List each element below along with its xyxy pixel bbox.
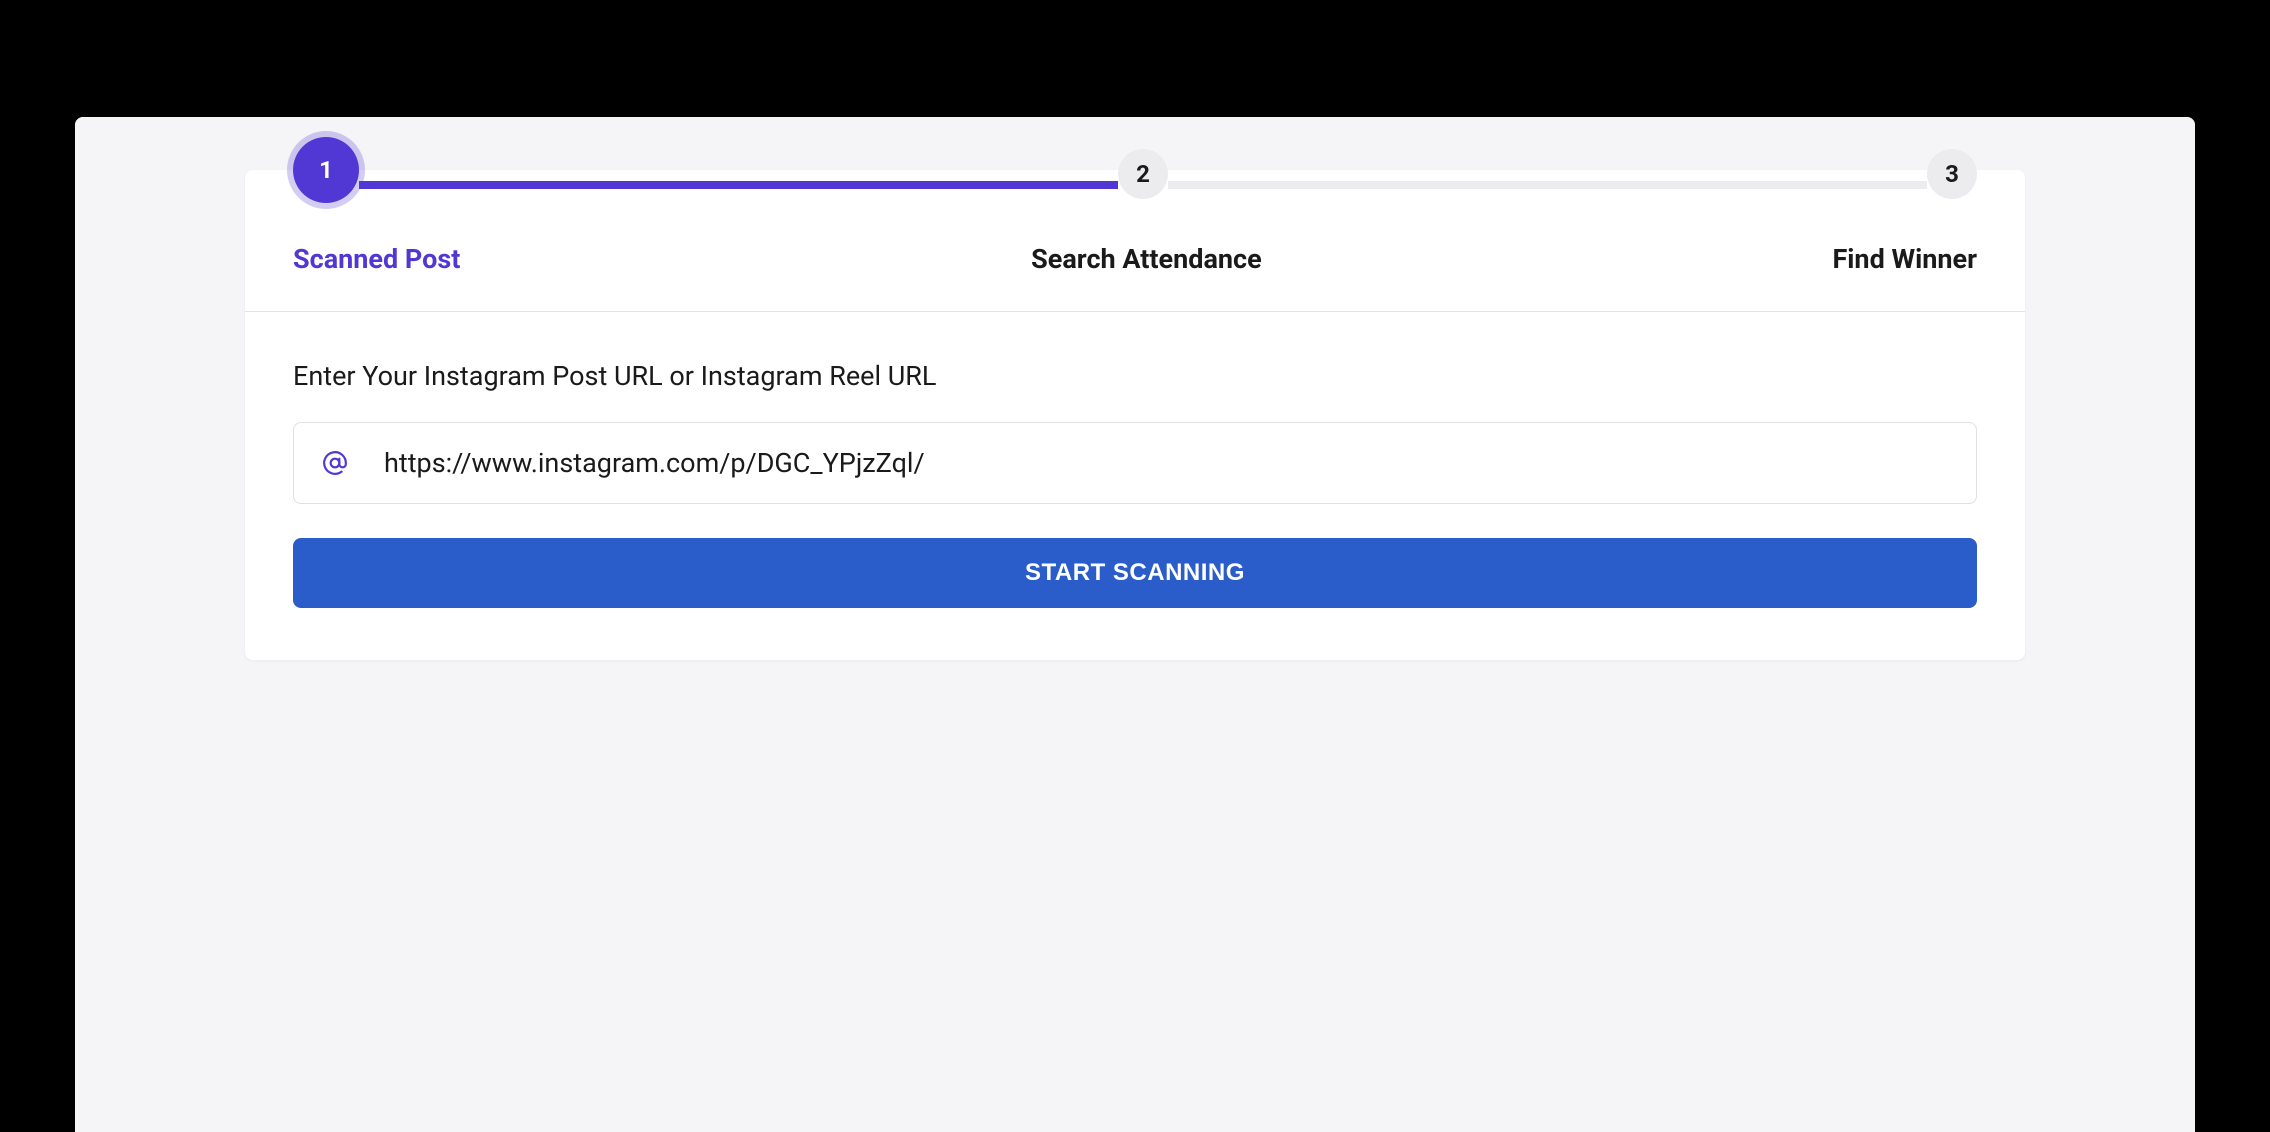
connector-1-2 [359,181,1118,189]
step-2-label: Search Attendance [460,243,1832,275]
start-scanning-button[interactable]: START SCANNING [293,538,1977,608]
step-2-circle[interactable]: 2 [1118,149,1168,199]
stepper: 1 2 3 [245,170,2025,203]
step-labels: Scanned Post Search Attendance Find Winn… [245,203,2025,312]
step-2-number: 2 [1136,160,1150,188]
step-3-number: 3 [1945,160,1959,188]
url-input[interactable] [384,447,1948,479]
step-3-label: Find Winner [1832,243,1977,275]
instruction-text: Enter Your Instagram Post URL or Instagr… [293,360,1977,392]
step-1-number: 1 [319,156,333,184]
at-icon [322,450,348,476]
step-1-label: Scanned Post [293,243,460,275]
step-1-circle[interactable]: 1 [293,137,359,203]
step-3-circle[interactable]: 3 [1927,149,1977,199]
page-container: 1 2 3 Scanned Post Search Attendance Fin… [75,117,2195,1132]
form-content: Enter Your Instagram Post URL or Instagr… [245,312,2025,660]
connector-2-3 [1168,181,1927,189]
url-input-wrapper[interactable] [293,422,1977,504]
wizard-card: 1 2 3 Scanned Post Search Attendance Fin… [245,170,2025,660]
